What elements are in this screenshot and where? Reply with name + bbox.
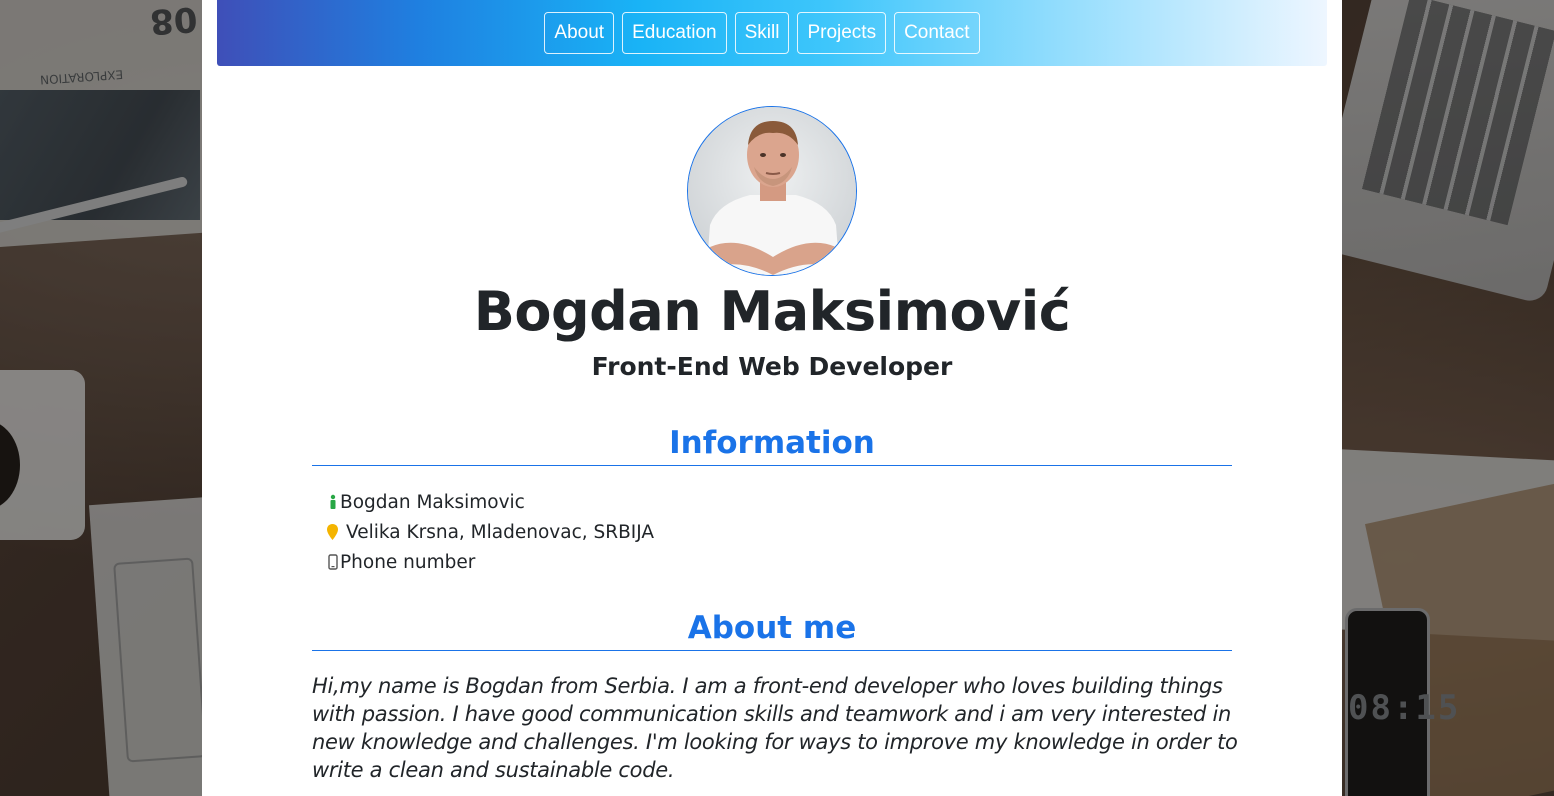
information-heading: Information xyxy=(312,421,1232,466)
nav-contact[interactable]: Contact xyxy=(894,12,980,54)
information-list: Bogdan Maksimovic Velika Krsna, Mladenov… xyxy=(325,487,654,577)
profile-role: Front-End Web Developer xyxy=(591,352,953,381)
info-item-location: Velika Krsna, Mladenovac, SRBIJA xyxy=(325,517,654,547)
about-paragraph: Hi,my name is Bogdan from Serbia. I am a… xyxy=(312,674,1238,782)
info-item-name: Bogdan Maksimovic xyxy=(325,487,654,517)
info-item-label: Velika Krsna, Mladenovac, SRBIJA xyxy=(346,521,655,543)
profile-name: Bogdan Maksimović xyxy=(473,280,1071,343)
navbar: About Education Skill Projects Contact xyxy=(217,0,1327,66)
nav-projects[interactable]: Projects xyxy=(797,12,887,54)
avatar-photo xyxy=(688,107,856,275)
location-pin-icon xyxy=(325,523,340,541)
info-item-label: Phone number xyxy=(340,551,476,573)
nav-education[interactable]: Education xyxy=(622,12,727,54)
person-icon xyxy=(325,494,340,510)
mobile-phone-icon xyxy=(325,554,340,570)
nav-skill[interactable]: Skill xyxy=(734,12,790,54)
info-item-phone: Phone number xyxy=(325,547,654,577)
avatar xyxy=(687,106,857,276)
info-item-label: Bogdan Maksimovic xyxy=(340,491,525,513)
about-heading: About me xyxy=(312,606,1232,651)
nav-about[interactable]: About xyxy=(544,12,615,54)
profile-card: About Education Skill Projects Contact B… xyxy=(202,0,1342,796)
